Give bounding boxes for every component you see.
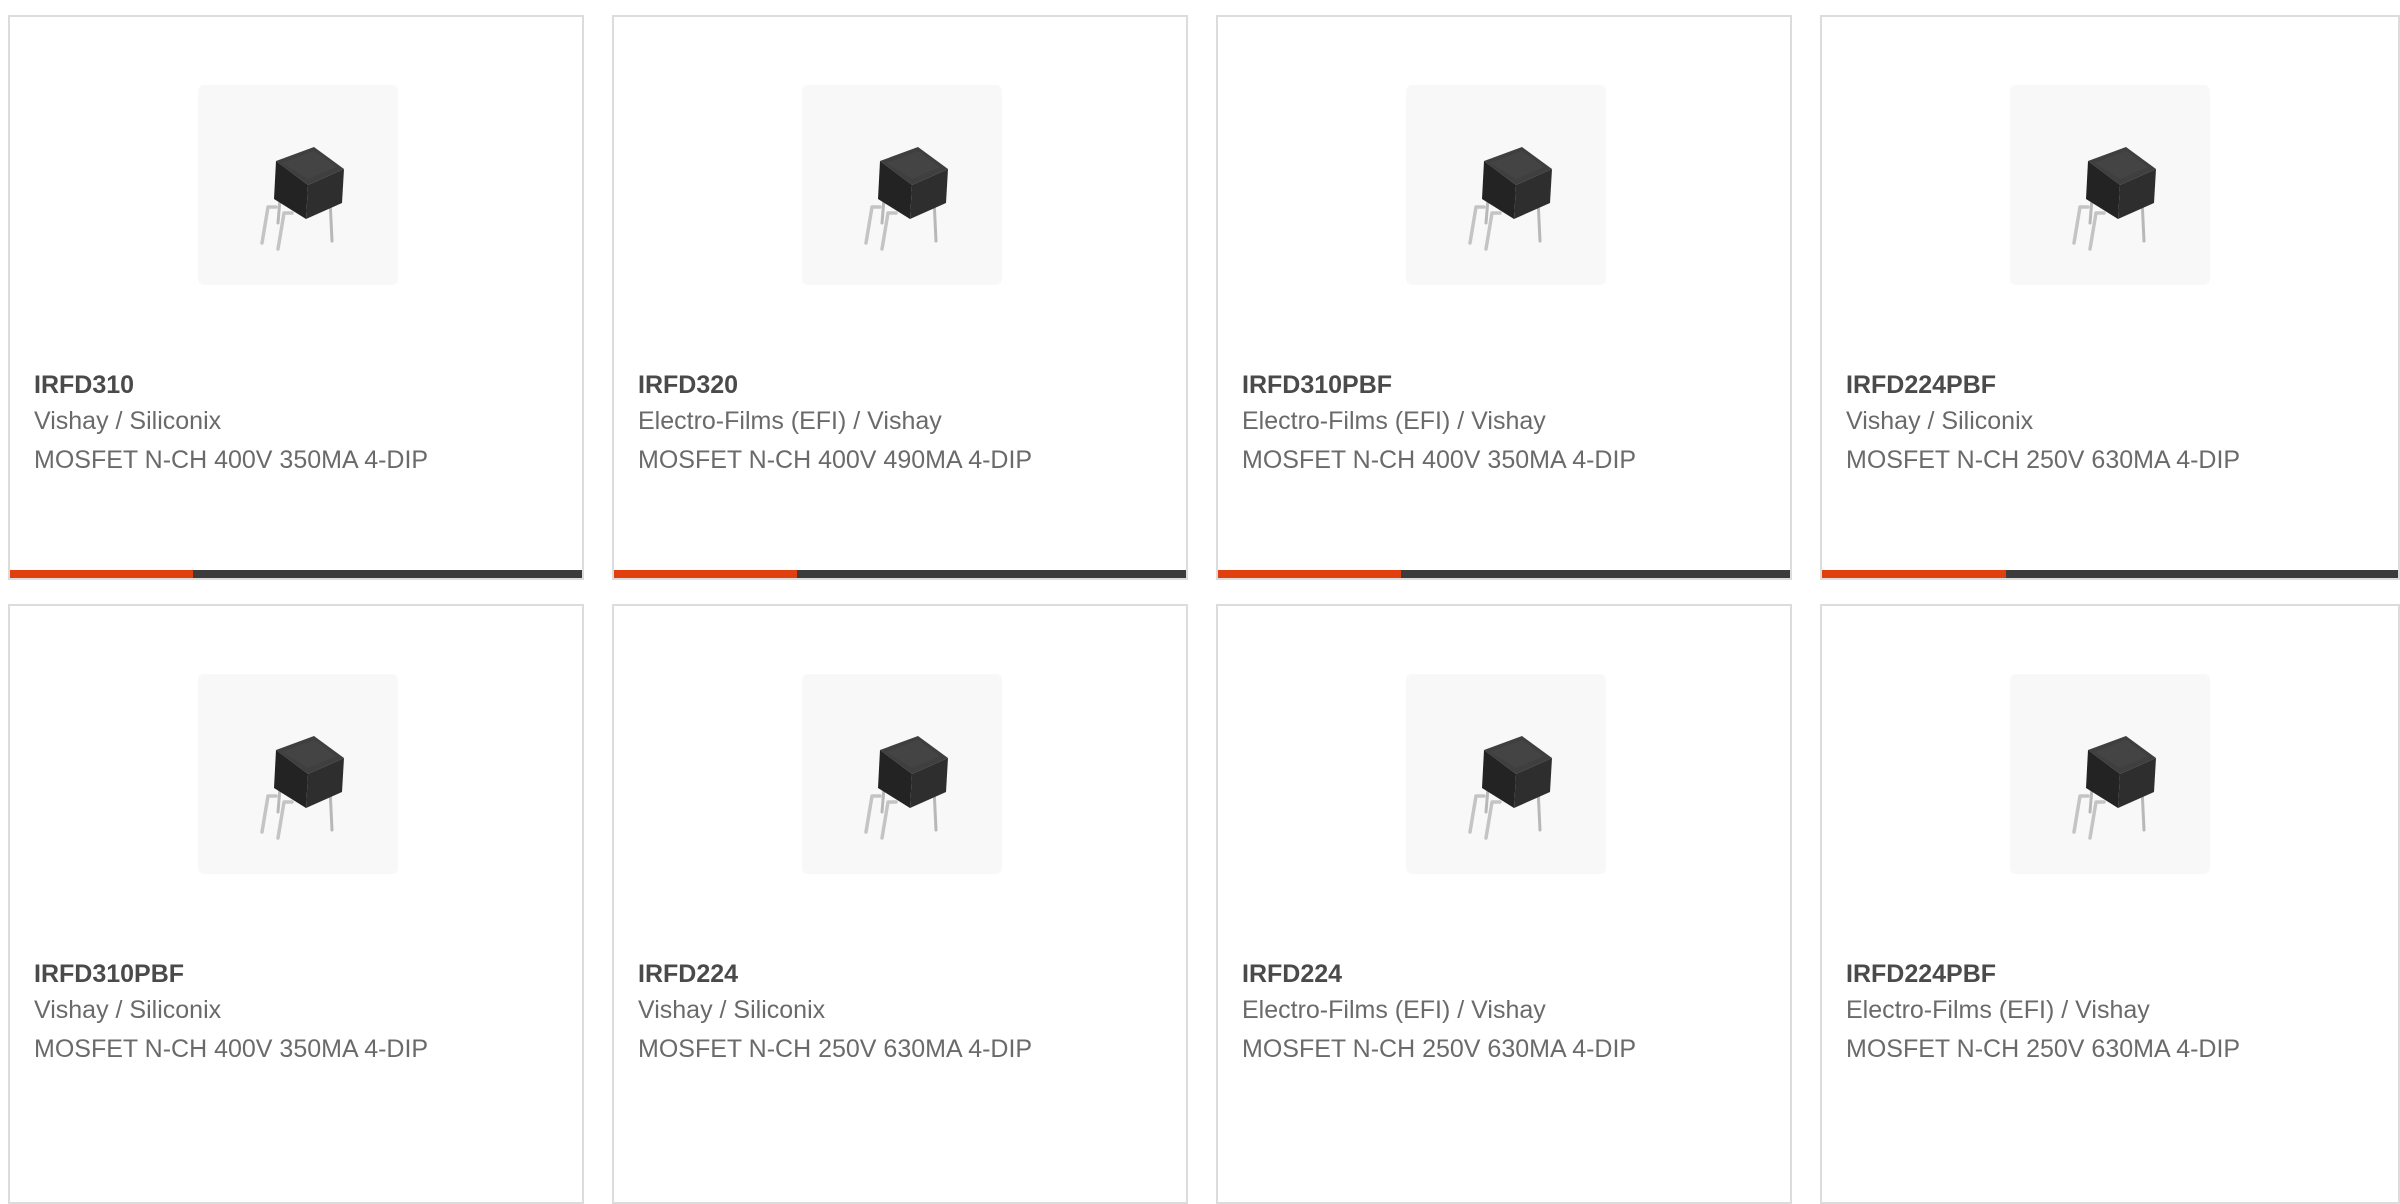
product-grid: IRFD310 Vishay / Siliconix MOSFET N-CH 4… <box>0 0 2400 1204</box>
progress-bar <box>1822 570 2398 578</box>
manufacturer-name: Electro-Films (EFI) / Vishay <box>1242 407 1546 435</box>
product-description: MOSFET N-CH 400V 490MA 4-DIP <box>638 446 1033 474</box>
manufacturer-name: Vishay / Siliconix <box>1846 407 2034 435</box>
part-number[interactable]: IRFD310 <box>34 371 134 400</box>
progress-fill <box>1822 570 2007 578</box>
product-card[interactable]: IRFD224PBF Vishay / Siliconix MOSFET N-C… <box>1820 15 2400 580</box>
dip-4-chip-icon <box>218 692 378 857</box>
manufacturer-name: Vishay / Siliconix <box>34 996 222 1024</box>
product-description: MOSFET N-CH 250V 630MA 4-DIP <box>1846 446 2241 474</box>
product-card[interactable]: IRFD224PBF Electro-Films (EFI) / Vishay … <box>1820 604 2400 1204</box>
product-card[interactable]: IRFD224 Vishay / Siliconix MOSFET N-CH 2… <box>612 604 1188 1204</box>
product-image <box>802 674 1002 874</box>
dip-4-chip-icon <box>1426 692 1586 857</box>
product-image <box>198 85 398 285</box>
part-number[interactable]: IRFD310PBF <box>1242 371 1392 400</box>
manufacturer-name: Electro-Films (EFI) / Vishay <box>638 407 942 435</box>
progress-fill <box>614 570 798 578</box>
product-description: MOSFET N-CH 400V 350MA 4-DIP <box>34 446 429 474</box>
part-number[interactable]: IRFD320 <box>638 371 738 400</box>
product-card[interactable]: IRFD310 Vishay / Siliconix MOSFET N-CH 4… <box>8 15 584 580</box>
manufacturer-name: Electro-Films (EFI) / Vishay <box>1242 996 1546 1024</box>
part-number[interactable]: IRFD224PBF <box>1846 371 1996 400</box>
dip-4-chip-icon <box>822 103 982 268</box>
product-image <box>1406 85 1606 285</box>
manufacturer-name: Vishay / Siliconix <box>34 407 222 435</box>
product-card[interactable]: IRFD310PBF Electro-Films (EFI) / Vishay … <box>1216 15 1792 580</box>
product-image <box>802 85 1002 285</box>
product-description: MOSFET N-CH 250V 630MA 4-DIP <box>1846 1035 2241 1063</box>
product-image <box>2010 85 2210 285</box>
product-image <box>1406 674 1606 874</box>
product-description: MOSFET N-CH 250V 630MA 4-DIP <box>638 1035 1033 1063</box>
progress-fill <box>1218 570 1402 578</box>
part-number[interactable]: IRFD224 <box>638 960 738 989</box>
product-card[interactable]: IRFD310PBF Vishay / Siliconix MOSFET N-C… <box>8 604 584 1204</box>
product-image <box>198 674 398 874</box>
progress-bar <box>1218 570 1790 578</box>
progress-bar <box>10 570 582 578</box>
progress-bar <box>614 570 1186 578</box>
product-card[interactable]: IRFD320 Electro-Films (EFI) / Vishay MOS… <box>612 15 1188 580</box>
dip-4-chip-icon <box>2030 103 2190 268</box>
product-description: MOSFET N-CH 250V 630MA 4-DIP <box>1242 1035 1637 1063</box>
manufacturer-name: Electro-Films (EFI) / Vishay <box>1846 996 2150 1024</box>
dip-4-chip-icon <box>218 103 378 268</box>
part-number[interactable]: IRFD310PBF <box>34 960 184 989</box>
product-card[interactable]: IRFD224 Electro-Films (EFI) / Vishay MOS… <box>1216 604 1792 1204</box>
product-description: MOSFET N-CH 400V 350MA 4-DIP <box>34 1035 429 1063</box>
part-number[interactable]: IRFD224PBF <box>1846 960 1996 989</box>
progress-fill <box>10 570 194 578</box>
dip-4-chip-icon <box>822 692 982 857</box>
manufacturer-name: Vishay / Siliconix <box>638 996 826 1024</box>
product-description: MOSFET N-CH 400V 350MA 4-DIP <box>1242 446 1637 474</box>
product-image <box>2010 674 2210 874</box>
dip-4-chip-icon <box>1426 103 1586 268</box>
part-number[interactable]: IRFD224 <box>1242 960 1342 989</box>
dip-4-chip-icon <box>2030 692 2190 857</box>
